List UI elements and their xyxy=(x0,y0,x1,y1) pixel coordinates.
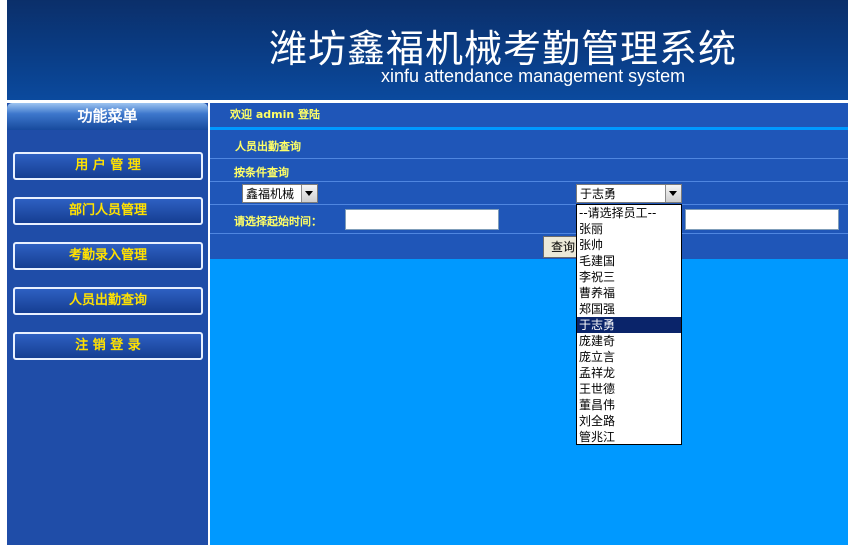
welcome-bar: 欢迎 admin 登陆 xyxy=(210,103,848,127)
sidebar: 功能菜单 用 户 管 理 部门人员管理 考勤录入管理 人员出勤查询 注 销 登 … xyxy=(7,103,208,545)
employee-option[interactable]: 董昌伟 xyxy=(577,397,681,413)
section-row: 人员出勤查询 xyxy=(210,130,848,159)
employee-option[interactable]: 张帅 xyxy=(577,237,681,253)
menu-attendance-entry-button[interactable]: 考勤录入管理 xyxy=(13,242,203,270)
menu-user-management-button[interactable]: 用 户 管 理 xyxy=(13,152,203,180)
filter-row: 按条件查询 xyxy=(210,159,848,182)
employee-option[interactable]: 庞建奇 xyxy=(577,333,681,349)
employee-options: --请选择员工-- 张丽 张帅 毛建国 李祝三 曹养福 郑国强 于志勇 庞建奇 庞立言 孟祥龙 王世德… xyxy=(577,205,681,444)
employee-option[interactable]: 于志勇 xyxy=(577,317,681,333)
employee-option[interactable]: 李祝三 xyxy=(577,269,681,285)
employee-option[interactable]: 管兆江 xyxy=(577,429,681,444)
main-content: 欢迎 admin 登陆 人员出勤查询 按条件查询 鑫福机械 于志勇 请选择起始时… xyxy=(210,103,848,545)
app-subtitle: xinfu attendance management system xyxy=(381,66,686,86)
select-row: 鑫福机械 于志勇 xyxy=(210,182,848,205)
company-select[interactable]: 鑫福机械 xyxy=(242,184,318,203)
employee-option[interactable]: --请选择员工-- xyxy=(577,205,681,221)
employee-dropdown-list[interactable]: --请选择员工-- 张丽 张帅 毛建国 李祝三 曹养福 郑国强 于志勇 庞建奇 庞立言 孟祥龙 王世德… xyxy=(576,204,682,445)
employee-select[interactable]: 于志勇 xyxy=(576,184,682,203)
employee-select-value: 于志勇 xyxy=(580,187,617,201)
end-time-input[interactable] xyxy=(685,209,839,230)
company-select-value: 鑫福机械 xyxy=(246,187,295,201)
chevron-down-icon[interactable] xyxy=(665,185,681,202)
employee-option[interactable]: 庞立言 xyxy=(577,349,681,365)
employee-option[interactable]: 毛建国 xyxy=(577,253,681,269)
welcome-text: 欢迎 admin 登陆 xyxy=(230,108,321,121)
start-time-label: 请选择起始时间： xyxy=(234,215,322,228)
header-banner: 潍坊鑫福机械考勤管理系统 xinfu attendance management… xyxy=(7,0,848,100)
start-time-input[interactable] xyxy=(345,209,499,230)
employee-option[interactable]: 孟祥龙 xyxy=(577,365,681,381)
menu-attendance-query-button[interactable]: 人员出勤查询 xyxy=(13,287,203,315)
employee-option[interactable]: 郑国强 xyxy=(577,301,681,317)
chevron-down-icon[interactable] xyxy=(301,185,317,202)
menu-logout-button[interactable]: 注 销 登 录 xyxy=(13,332,203,360)
employee-option[interactable]: 王世德 xyxy=(577,381,681,397)
section-title: 人员出勤查询 xyxy=(235,140,301,153)
time-row: 请选择起始时间： xyxy=(210,205,848,234)
filter-title: 按条件查询 xyxy=(234,166,289,179)
app-title: 潍坊鑫福机械考勤管理系统 xyxy=(269,27,738,71)
menu-department-staff-button[interactable]: 部门人员管理 xyxy=(13,197,203,225)
employee-option[interactable]: 张丽 xyxy=(577,221,681,237)
query-panel: 人员出勤查询 按条件查询 鑫福机械 于志勇 请选择起始时间： 查询 xyxy=(210,130,848,259)
sidebar-title: 功能菜单 xyxy=(7,103,208,130)
employee-option[interactable]: 曹养福 xyxy=(577,285,681,301)
employee-option[interactable]: 刘全路 xyxy=(577,413,681,429)
